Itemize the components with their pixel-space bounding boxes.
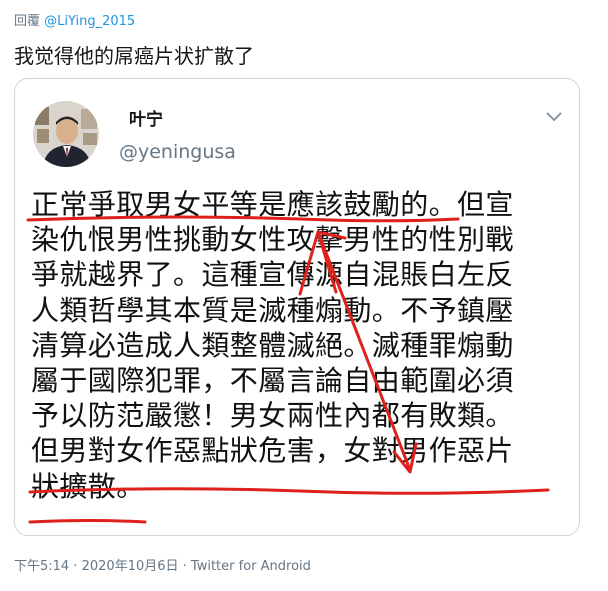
avatar[interactable] xyxy=(33,101,99,167)
reply-prefix: 回覆 xyxy=(14,14,41,29)
tweet-footer: 下午5:14 · 2020年10月6日 · Twitter for Androi… xyxy=(14,555,311,574)
quoted-line-2: 染仇恨男性挑動女性攻擊男性的性別戰 xyxy=(31,223,514,257)
chevron-down-icon[interactable] xyxy=(545,109,563,123)
footer-separator: · xyxy=(69,559,82,574)
quoted-line-8: 但男對女作惡點狀危害，女對男作惡片 xyxy=(31,434,514,468)
quoted-line-4: 人類哲學其本質是滅種煽動。不予鎮壓 xyxy=(31,293,514,327)
quoted-line-3: 爭就越界了。這種宣傳源自混賬白左反 xyxy=(31,258,514,292)
quoted-line-9: 狀擴散。 xyxy=(31,469,145,503)
reply-context: 回覆 @LiYing_2015 xyxy=(14,10,135,29)
quoted-tweet-body: 正常爭取男女平等是應該鼓勵的。但宣 染仇恨男性挑動女性攻擊男性的性別戰 爭就越界… xyxy=(31,187,571,504)
quoted-line-5: 清算必造成人類整體滅絕。滅種罪煽動 xyxy=(31,328,514,362)
tweet-date-link[interactable]: 2020年10月6日 xyxy=(82,559,179,574)
tweet-time-link[interactable]: 下午5:14 xyxy=(14,559,69,574)
quoted-line-7: 予以防范嚴懲！男女兩性內都有敗類。 xyxy=(31,399,514,433)
quoted-author-name[interactable]: 叶宁 xyxy=(129,105,163,130)
footer-separator: · xyxy=(178,559,191,574)
quoted-tweet-card[interactable]: 叶宁 @yeningusa 正常爭取男女平等是應該鼓勵的。但宣 染仇恨男性挑動女… xyxy=(14,78,580,536)
avatar-photo xyxy=(33,101,99,167)
tweet-source-link[interactable]: Twitter for Android xyxy=(191,559,311,574)
reply-handle-link[interactable]: @LiYing_2015 xyxy=(44,14,135,29)
tweet-text: 我觉得他的屌癌片状扩散了 xyxy=(14,44,254,68)
quoted-line-1: 正常爭取男女平等是應該鼓勵的。但宣 xyxy=(31,188,514,221)
quoted-author-handle[interactable]: @yeningusa xyxy=(119,141,236,163)
quoted-line-6: 屬于國際犯罪，不屬言論自由範圍必須 xyxy=(31,363,514,397)
